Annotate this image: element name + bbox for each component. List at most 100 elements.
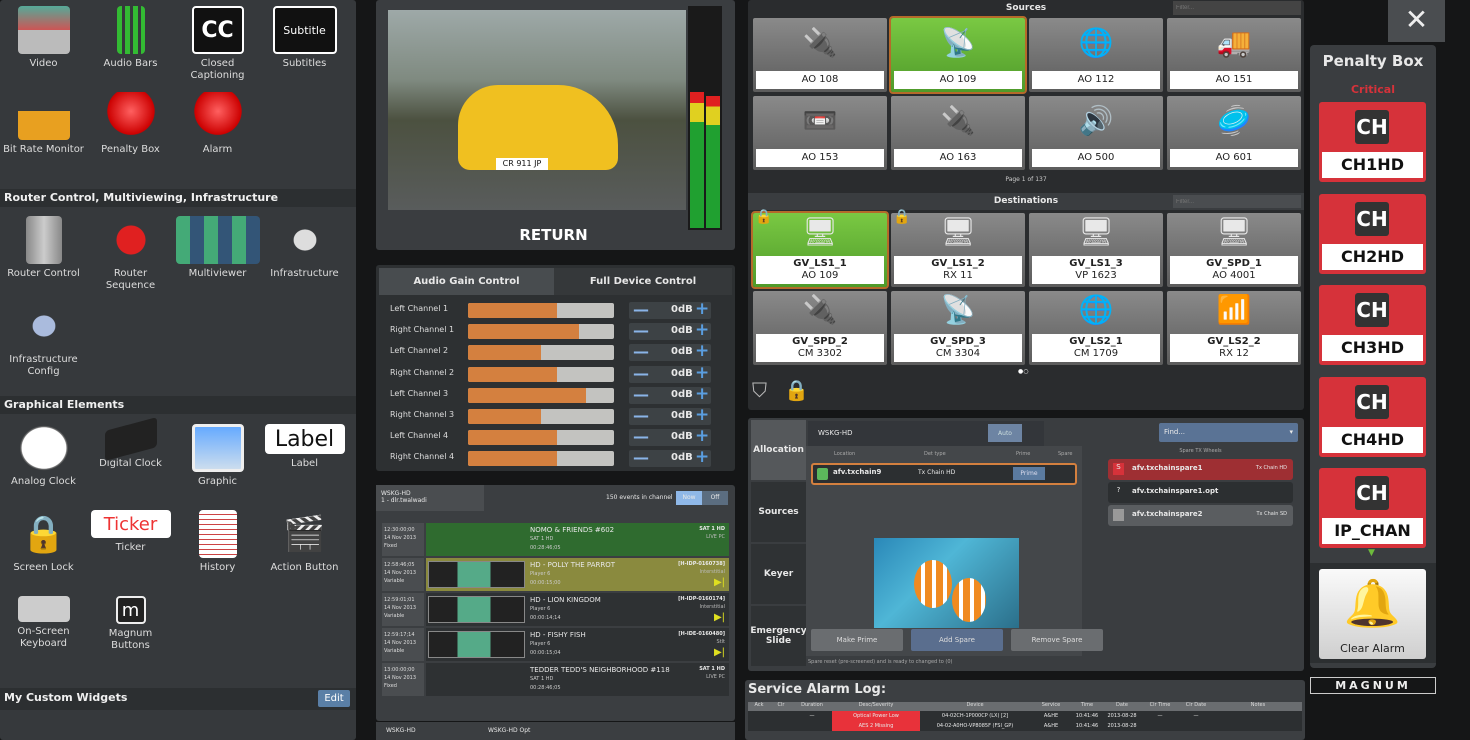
- widget-history[interactable]: History: [174, 504, 261, 590]
- clear-alarm-button[interactable]: 🔔 Clear Alarm: [1319, 569, 1426, 659]
- gain-slider[interactable]: [468, 451, 614, 467]
- widget-multiviewer[interactable]: Multiviewer: [174, 210, 261, 296]
- plus-icon[interactable]: +: [695, 405, 709, 425]
- widget-audio-bars[interactable]: Audio Bars: [87, 0, 174, 86]
- tools-icon[interactable]: ✕: [1388, 0, 1445, 42]
- playlist-event[interactable]: 12:59:17;14 14 Nov 2013 Variable HD - FISHY…: [382, 628, 729, 661]
- minus-icon[interactable]: —: [633, 300, 649, 319]
- playlist-event[interactable]: 13:00:00;00 14 Nov 2013 Fixed TEDDER TEDD'S…: [382, 663, 729, 696]
- add-spare-button[interactable]: Add Spare: [911, 629, 1003, 651]
- minus-icon[interactable]: —: [633, 448, 649, 467]
- tab-emergency-slide[interactable]: Emergency Slide: [750, 606, 807, 666]
- widget-action-button[interactable]: 🎬 Action Button: [261, 504, 348, 590]
- destination-tile[interactable]: 🖥 GV_LS1_1 AO 109 🔒: [751, 209, 889, 289]
- widget-alarm[interactable]: Alarm: [174, 86, 261, 172]
- minus-icon[interactable]: —: [633, 364, 649, 383]
- destination-tile[interactable]: 🖥 GV_LS1_3 VP 1623: [1029, 213, 1163, 287]
- destination-tile[interactable]: 📶 GV_LS2_2 RX 12: [1167, 291, 1301, 365]
- destination-tile[interactable]: 🌐 GV_LS2_1 CM 1709: [1029, 291, 1163, 365]
- gain-slider[interactable]: [468, 409, 614, 424]
- plus-icon[interactable]: +: [695, 426, 709, 446]
- toggle-off[interactable]: Off: [702, 491, 728, 505]
- widget-ticker[interactable]: Ticker Ticker: [87, 504, 174, 590]
- widget-penalty-box[interactable]: Penalty Box: [87, 86, 174, 172]
- alarm-row[interactable]: AES 2 Missing 04-02-A0HO-VP8085F (FSI_GP)…: [748, 721, 1302, 731]
- tab-audio-gain[interactable]: Audio Gain Control: [379, 268, 554, 295]
- widget-closed-captioning[interactable]: CC Closed Captioning: [174, 0, 261, 86]
- destination-tile[interactable]: 📡 GV_SPD_3 CM 3304: [891, 291, 1025, 365]
- spare-row[interactable]: ? afv.txchainspare1.opt: [1108, 482, 1293, 503]
- source-tile[interactable]: 📡 AO 109: [889, 16, 1027, 94]
- widget-router-sequence[interactable]: Router Sequence: [87, 210, 174, 296]
- tab-keyer[interactable]: Keyer: [751, 544, 806, 604]
- penalty-channel-ch4hd[interactable]: CH CH4HD: [1319, 376, 1426, 457]
- remove-spare-button[interactable]: Remove Spare: [1011, 629, 1103, 651]
- minus-icon[interactable]: —: [633, 406, 649, 425]
- widget-screen-lock[interactable]: 🔒 Screen Lock: [0, 504, 87, 590]
- widget-analog-clock[interactable]: Analog Clock: [0, 418, 87, 504]
- widget-subtitles[interactable]: Subtitle Subtitles: [261, 0, 348, 86]
- penalty-channel-ch2hd[interactable]: CH CH2HD: [1319, 193, 1426, 274]
- source-tile[interactable]: 📼 AO 153: [753, 96, 887, 170]
- plus-icon[interactable]: +: [695, 384, 709, 404]
- edit-button[interactable]: Edit: [318, 690, 350, 707]
- destinations-filter[interactable]: [1173, 195, 1301, 208]
- widget-graphic[interactable]: Graphic: [174, 418, 261, 504]
- widget-infrastructure-config[interactable]: Infrastructure Config: [0, 296, 87, 382]
- plus-icon[interactable]: +: [695, 320, 709, 340]
- alarm-row[interactable]: — Optical Power Low 04-02CH-1P000CP (LX) […: [748, 711, 1302, 721]
- prime-row[interactable]: afv.txchain9 Tx Chain HD Prime: [811, 463, 1077, 485]
- skip-icon[interactable]: ▶|: [714, 612, 725, 623]
- source-tile[interactable]: 🌐 AO 112: [1029, 18, 1163, 92]
- lock-icon[interactable]: 🔒: [755, 209, 772, 225]
- skip-icon[interactable]: ▶|: [714, 577, 725, 588]
- source-tile[interactable]: 🚚 AO 151: [1167, 18, 1301, 92]
- spare-row[interactable]: Safv.txchainspare1 Tx Chain HD: [1108, 459, 1293, 480]
- shield-icon[interactable]: ⛉: [752, 378, 780, 406]
- playlist-event[interactable]: 12:30:00;00 14 Nov 2013 Fixed NOMO & FRIEND…: [382, 523, 729, 556]
- lock-icon[interactable]: 🔒: [893, 209, 910, 225]
- gain-slider[interactable]: [468, 324, 614, 340]
- penalty-channel-ch3hd[interactable]: CH CH3HD: [1319, 285, 1426, 365]
- widget-magnum-buttons[interactable]: m Magnum Buttons: [87, 590, 174, 676]
- video-frame[interactable]: CR 911 JP: [388, 10, 686, 210]
- penalty-channel-ch1hd[interactable]: CH CH1HD: [1319, 102, 1426, 182]
- minus-icon[interactable]: —: [633, 385, 649, 404]
- page-dots[interactable]: ●○: [1018, 368, 1030, 375]
- playlist-channel[interactable]: WSKG-HD 1 - dlr.twalwadi: [376, 485, 484, 511]
- auto-button[interactable]: Auto: [988, 424, 1022, 442]
- minus-icon[interactable]: —: [633, 321, 649, 340]
- widget-label[interactable]: Label Label: [261, 418, 348, 504]
- destination-tile[interactable]: 🔌 GV_SPD_2 CM 3302: [753, 291, 887, 365]
- source-tile[interactable]: 🔊 AO 500: [1029, 96, 1163, 170]
- source-tile[interactable]: 🥏 AO 601: [1167, 96, 1301, 170]
- playlist-event[interactable]: 12:59:01;01 14 Nov 2013 Variable HD - LION …: [382, 593, 729, 626]
- gain-slider[interactable]: [468, 345, 614, 361]
- scroll-down-icon[interactable]: ▼: [1368, 548, 1375, 558]
- tab-full-device[interactable]: Full Device Control: [554, 268, 732, 295]
- lock-icon[interactable]: 🔒: [784, 378, 812, 406]
- tab-sources[interactable]: Sources: [751, 482, 806, 542]
- destination-tile[interactable]: 🖥 GV_SPD_1 AO 4001: [1167, 213, 1301, 287]
- playlist-event[interactable]: 12:58:46;05 14 Nov 2013 Variable HD - POLLY…: [382, 558, 729, 591]
- find-select[interactable]: Find... ▾: [1159, 423, 1298, 442]
- plus-icon[interactable]: +: [695, 447, 709, 467]
- minus-icon[interactable]: —: [633, 427, 649, 446]
- widget-on-screen-keyboard[interactable]: On-Screen Keyboard: [0, 590, 87, 676]
- gain-slider[interactable]: [468, 430, 614, 446]
- widget-infrastructure[interactable]: Infrastructure: [261, 210, 348, 296]
- widget-digital-clock[interactable]: Digital Clock: [87, 417, 174, 504]
- spare-row[interactable]: afv.txchainspare2 Tx Chain SD: [1108, 505, 1293, 526]
- plus-icon[interactable]: +: [695, 299, 709, 319]
- tab-allocation[interactable]: Allocation: [751, 420, 806, 480]
- plus-icon[interactable]: +: [695, 341, 709, 361]
- plus-icon[interactable]: +: [695, 363, 709, 383]
- gain-slider[interactable]: [468, 303, 614, 318]
- skip-icon[interactable]: ▶|: [714, 647, 725, 658]
- widget-router-control[interactable]: Router Control: [0, 210, 87, 296]
- penalty-channel-ip_chan[interactable]: CH IP_CHAN: [1319, 468, 1426, 548]
- source-tile[interactable]: 🔌 AO 108: [753, 18, 887, 92]
- gain-slider[interactable]: [468, 387, 614, 403]
- gain-slider[interactable]: [468, 366, 614, 382]
- source-tile[interactable]: 🔌 AO 163: [891, 96, 1025, 170]
